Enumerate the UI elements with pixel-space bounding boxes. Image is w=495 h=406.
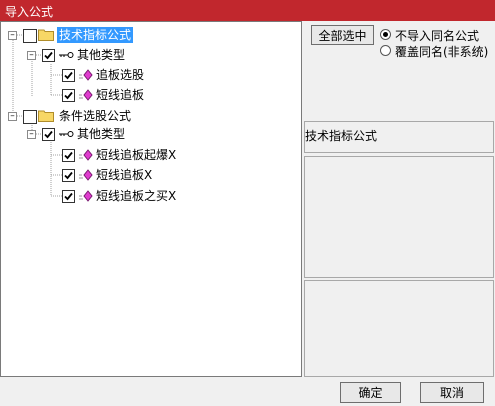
formula-diamond-icon bbox=[79, 169, 93, 181]
tree-item-label[interactable]: 短线追板 bbox=[96, 87, 144, 103]
tree-group-screening[interactable]: – 条件选股公式 bbox=[1, 107, 301, 125]
key-icon bbox=[59, 52, 74, 58]
item-checkbox[interactable] bbox=[62, 149, 75, 162]
item-checkbox[interactable] bbox=[62, 69, 75, 82]
preview-title: 技术指标公式 bbox=[305, 129, 378, 143]
radio-button[interactable] bbox=[380, 45, 391, 56]
tree-subgroup-other[interactable]: – 其他类型 bbox=[1, 125, 301, 143]
folder-icon bbox=[38, 110, 54, 122]
title-bar: 导入公式 bbox=[0, 0, 495, 21]
tree-item-label[interactable]: 短线追板起爆X bbox=[96, 147, 176, 163]
tree-subgroup-other[interactable]: – 其他类型 bbox=[1, 46, 301, 64]
tree-item[interactable]: 短线追板之买X bbox=[1, 187, 301, 205]
preview-area bbox=[304, 156, 494, 278]
collapse-icon[interactable]: – bbox=[8, 31, 17, 40]
cancel-button[interactable]: 取消 bbox=[420, 382, 484, 403]
subgroup-checkbox[interactable] bbox=[42, 49, 55, 62]
tree-item-label[interactable]: 追板选股 bbox=[96, 67, 144, 83]
collapse-icon[interactable]: – bbox=[27, 51, 36, 60]
subgroup-checkbox[interactable] bbox=[42, 128, 55, 141]
radio-label[interactable]: 覆盖同名(非系统) bbox=[395, 43, 488, 60]
tree-group-label[interactable]: 技术指标公式 bbox=[57, 27, 134, 43]
folder-icon bbox=[38, 29, 54, 41]
tree-subgroup-label[interactable]: 其他类型 bbox=[77, 126, 125, 142]
formula-diamond-icon bbox=[79, 149, 93, 161]
formula-diamond-icon bbox=[79, 89, 93, 101]
radio-button-selected[interactable] bbox=[380, 29, 391, 40]
ok-button[interactable]: 确定 bbox=[340, 382, 401, 403]
tree-item[interactable]: 追板选股 bbox=[1, 66, 301, 84]
group-checkbox[interactable] bbox=[23, 29, 37, 43]
item-checkbox[interactable] bbox=[62, 169, 75, 182]
group-checkbox[interactable] bbox=[23, 110, 37, 124]
collapse-icon[interactable]: – bbox=[27, 130, 36, 139]
description-area bbox=[304, 280, 494, 377]
tree-item-label[interactable]: 短线追板X bbox=[96, 167, 152, 183]
collapse-icon[interactable]: – bbox=[8, 112, 17, 121]
formula-diamond-icon bbox=[79, 69, 93, 81]
tree-group-technical[interactable]: – 技术指标公式 bbox=[1, 26, 301, 44]
select-all-button[interactable]: 全部选中 bbox=[311, 25, 374, 45]
tree-item[interactable]: 短线追板起爆X bbox=[1, 146, 301, 164]
tree-subgroup-label[interactable]: 其他类型 bbox=[77, 47, 125, 63]
tree-item[interactable]: 短线追板 bbox=[1, 86, 301, 104]
radio-label[interactable]: 不导入同名公式 bbox=[395, 27, 479, 44]
item-checkbox[interactable] bbox=[62, 190, 75, 203]
key-icon bbox=[59, 131, 74, 137]
item-checkbox[interactable] bbox=[62, 89, 75, 102]
tree-item-label[interactable]: 短线追板之买X bbox=[96, 188, 176, 204]
formula-diamond-icon bbox=[79, 190, 93, 202]
formula-tree[interactable]: – 技术指标公式 – 其他类型 追板选股 短线追板 – 条件选股公式 – 其他类… bbox=[0, 21, 302, 377]
window-title: 导入公式 bbox=[5, 5, 54, 19]
tree-group-label[interactable]: 条件选股公式 bbox=[59, 108, 131, 124]
tree-item[interactable]: 短线追板X bbox=[1, 166, 301, 184]
